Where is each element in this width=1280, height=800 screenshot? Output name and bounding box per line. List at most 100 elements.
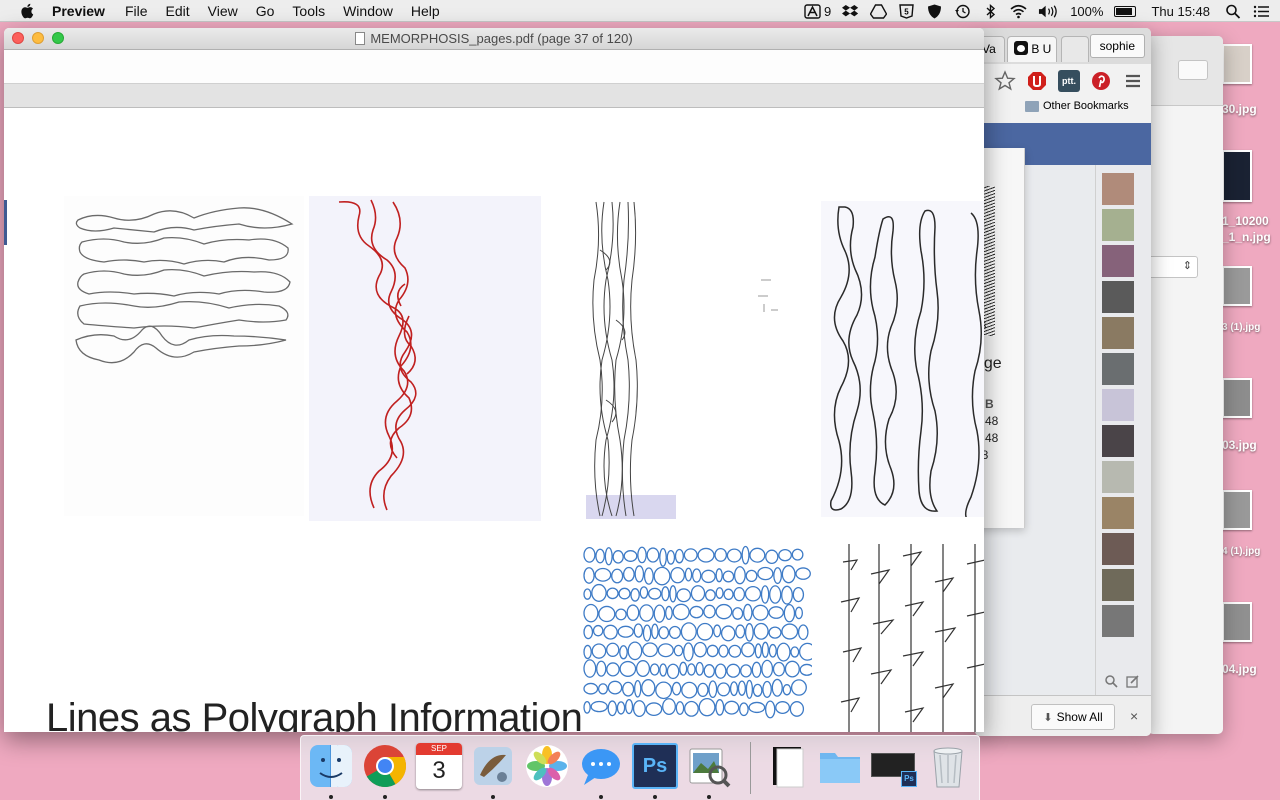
preview-toolbar — [4, 50, 984, 84]
pinterest-icon[interactable] — [1090, 70, 1112, 92]
avatar[interactable] — [1102, 497, 1134, 529]
chrome-icon[interactable] — [362, 743, 408, 789]
shield-icon[interactable] — [926, 4, 943, 19]
file-thumbnail — [1222, 378, 1252, 418]
wifi-icon[interactable] — [1010, 4, 1027, 19]
bookmark-other[interactable]: Other Bookmarks — [1025, 100, 1129, 112]
finder-icon[interactable] — [308, 743, 354, 789]
bookmark-label: Other Bookmarks — [1043, 100, 1129, 112]
avatar[interactable] — [1102, 173, 1134, 205]
menu-file[interactable]: File — [125, 0, 148, 22]
status-area: 9 5 100% Thu 15:48 — [804, 0, 1270, 22]
photoshop-file-icon[interactable]: Ps — [871, 743, 917, 789]
sketch-zigzag-columns — [835, 542, 984, 732]
avatar[interactable] — [1102, 533, 1134, 565]
desktop-file-label[interactable]: 4 (1).jpg — [1222, 546, 1260, 557]
adobe-count: 9 — [823, 3, 832, 19]
running-indicator — [491, 795, 495, 799]
dock-separator — [750, 742, 751, 794]
avatar[interactable] — [1102, 209, 1134, 241]
messages-icon[interactable] — [578, 743, 624, 789]
bluetooth-icon[interactable] — [982, 3, 999, 19]
adblock-icon[interactable] — [1026, 70, 1048, 92]
calendar-icon[interactable]: SEP 3 — [416, 743, 462, 789]
menu-edit[interactable]: Edit — [166, 0, 190, 22]
title-bar: MEMORPHOSIS_pages.pdf (page 37 of 120) — [4, 28, 984, 50]
battery-percent[interactable]: 100% — [1070, 4, 1103, 19]
show-all-label: Show All — [1056, 710, 1103, 724]
pdf-page[interactable]: Lines as Polygraph Information — [4, 108, 984, 732]
desktop-file-label[interactable]: 30.jpg — [1222, 102, 1257, 116]
menu-tools[interactable]: Tools — [292, 0, 325, 22]
profile-button[interactable]: sophie — [1089, 34, 1145, 58]
avatar[interactable] — [1102, 353, 1134, 385]
avatar[interactable] — [1102, 389, 1134, 421]
avatar[interactable] — [1102, 605, 1134, 637]
dropbox-icon[interactable] — [842, 4, 859, 19]
chat-sidebar — [1095, 165, 1151, 695]
window-title: MEMORPHOSIS_pages.pdf (page 37 of 120) — [4, 31, 984, 46]
running-indicator — [599, 795, 603, 799]
menu-app-name[interactable]: Preview — [52, 0, 105, 22]
search-icon[interactable] — [1104, 674, 1118, 688]
avatar[interactable] — [1102, 569, 1134, 601]
html5-icon[interactable]: 5 — [898, 3, 915, 19]
desktop-file-label[interactable]: 3 (1).jpg — [1222, 322, 1260, 333]
photoshop-icon[interactable]: Ps — [632, 743, 678, 789]
google-drive-icon[interactable] — [870, 3, 888, 19]
page-separator — [4, 84, 984, 108]
pdf-document-icon — [355, 32, 366, 45]
size-label: B — [985, 397, 994, 411]
adobe-icon — [804, 3, 821, 19]
avatar[interactable] — [1102, 245, 1134, 277]
desktop-file[interactable] — [1222, 490, 1252, 530]
notification-center-icon[interactable] — [1253, 4, 1270, 19]
tab-label: B U — [1031, 42, 1052, 56]
show-all-button[interactable]: ⬇ Show All — [1031, 704, 1115, 730]
mail-icon[interactable] — [470, 743, 516, 789]
new-tab-button[interactable] — [1061, 36, 1089, 62]
finder-view-button[interactable] — [1178, 60, 1208, 80]
folder-icon[interactable] — [817, 743, 863, 789]
menu-bar: Preview File Edit View Go Tools Window H… — [0, 0, 1280, 22]
preview-window: MEMORPHOSIS_pages.pdf (page 37 of 120) L… — [4, 28, 984, 732]
compose-icon[interactable] — [1126, 674, 1140, 688]
star-icon[interactable] — [994, 70, 1016, 92]
menu-window[interactable]: Window — [343, 0, 393, 22]
avatar[interactable] — [1102, 281, 1134, 313]
desktop-file-label[interactable]: 03.jpg — [1222, 438, 1257, 452]
menu-icon[interactable] — [1122, 70, 1144, 92]
menu-view[interactable]: View — [208, 0, 238, 22]
avatar[interactable] — [1102, 425, 1134, 457]
desktop-file[interactable] — [1222, 602, 1252, 642]
desktop-file-label[interactable]: _1_n.jpg — [1222, 230, 1271, 244]
photos-icon[interactable] — [524, 743, 570, 789]
desktop-file[interactable] — [1222, 150, 1252, 202]
chevron-up-down-icon: ⇕ — [1182, 260, 1192, 272]
volume-icon[interactable] — [1038, 4, 1059, 19]
trash-icon[interactable] — [925, 743, 971, 789]
time-machine-icon[interactable] — [954, 4, 971, 19]
close-icon[interactable]: × — [1130, 708, 1138, 724]
finder-sort-select[interactable]: ⇕ — [1148, 256, 1198, 278]
avatar[interactable] — [1102, 317, 1134, 349]
desktop-file[interactable] — [1222, 378, 1252, 418]
apple-menu-icon[interactable] — [20, 3, 34, 19]
document-icon[interactable] — [763, 743, 809, 789]
desktop-file-label[interactable]: 04.jpg — [1222, 662, 1257, 676]
spotlight-search-icon[interactable] — [1225, 4, 1242, 19]
desktop-file[interactable] — [1222, 266, 1252, 306]
file-thumbnail — [1222, 602, 1252, 642]
chrome-tab[interactable]: B U — [1007, 36, 1057, 62]
menu-help[interactable]: Help — [411, 0, 440, 22]
adobe-status-item[interactable]: 9 — [804, 4, 831, 19]
avatar[interactable] — [1102, 461, 1134, 493]
desktop-file-label[interactable]: 1_10200 — [1222, 214, 1269, 228]
desktop-file[interactable] — [1222, 44, 1252, 84]
ptt-icon[interactable]: ptt. — [1058, 70, 1080, 92]
running-indicator — [653, 795, 657, 799]
file-thumbnail — [1222, 44, 1252, 84]
preview-icon[interactable] — [686, 743, 732, 789]
menu-go[interactable]: Go — [256, 0, 275, 22]
clock[interactable]: Thu 15:48 — [1151, 4, 1210, 19]
